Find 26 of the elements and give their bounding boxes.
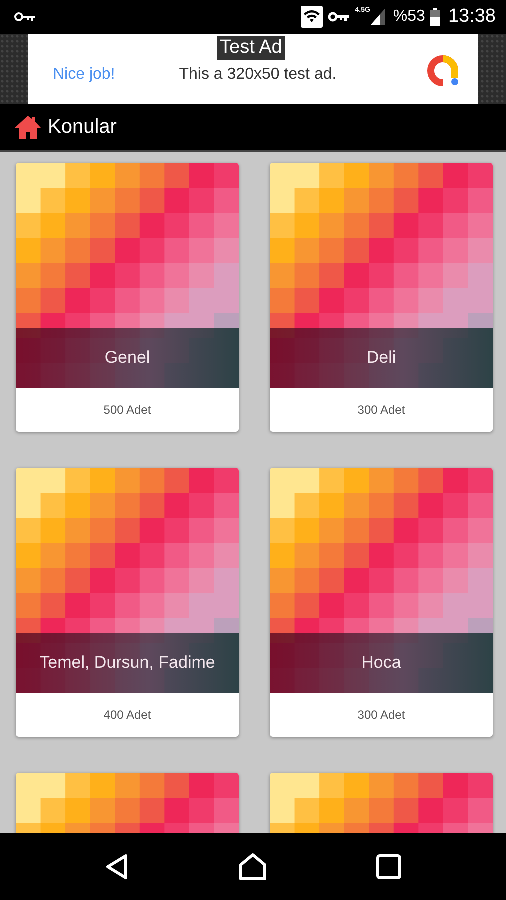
- topic-count: 300 Adet: [358, 708, 406, 722]
- topic-count: 300 Adet: [358, 403, 406, 417]
- topic-card[interactable]: Hoca 300 Adet: [270, 468, 493, 737]
- topic-title: Temel, Dursun, Fadime: [40, 653, 216, 673]
- ad-text: This a 320x50 test ad.: [179, 66, 338, 84]
- topic-title: Hoca: [362, 653, 402, 673]
- wifi-icon: [301, 6, 324, 28]
- topic-card[interactable]: Deli 300 Adet: [270, 163, 493, 432]
- topic-count: 500 Adet: [104, 403, 152, 417]
- topic-title: Deli: [366, 348, 396, 368]
- battery-icon: [430, 8, 440, 26]
- clock: 13:38: [448, 6, 496, 28]
- ad-headline: Nice job!: [53, 66, 116, 84]
- ad-label: Test Ad: [217, 36, 286, 60]
- signal-icon: [371, 9, 386, 25]
- battery-percent: %53: [393, 8, 426, 26]
- screen-title: Konular: [48, 116, 117, 138]
- ad-banner[interactable]: Test Ad Nice job! This a 320x50 test ad.: [28, 34, 478, 104]
- topic-card[interactable]: Genel 500 Adet: [16, 163, 239, 432]
- key-icon: [328, 12, 350, 22]
- topic-title: Genel: [104, 348, 150, 368]
- arc-logo-icon: [426, 54, 460, 88]
- home-icon: [14, 115, 42, 139]
- topic-count: 400 Adet: [104, 708, 152, 722]
- key-icon: [14, 12, 36, 22]
- topic-card[interactable]: Temel, Dursun, Fadime 400 Adet: [16, 468, 239, 737]
